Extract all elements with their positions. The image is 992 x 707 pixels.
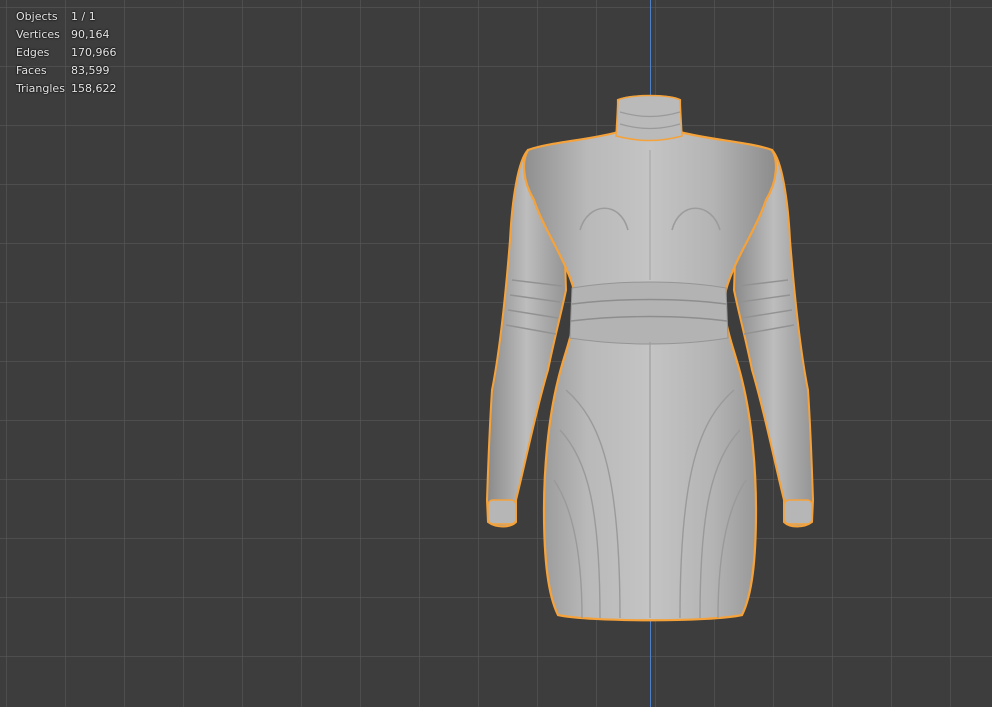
stat-label: Edges	[16, 46, 50, 59]
waistband	[569, 281, 729, 345]
right-cuff	[783, 499, 813, 525]
3d-viewport[interactable]: Objects 1 / 1 Vertices 90,164 Edges 170,…	[0, 0, 992, 707]
collar	[615, 94, 683, 142]
stat-value: 1 / 1	[71, 10, 96, 23]
stat-row-triangles: Triangles 158,622	[16, 80, 117, 98]
stat-value: 90,164	[71, 28, 110, 41]
stat-label: Triangles	[16, 82, 65, 95]
stat-label: Vertices	[16, 28, 60, 41]
stat-value: 170,966	[71, 46, 117, 59]
stat-value: 83,599	[71, 64, 110, 77]
left-cuff	[487, 499, 517, 525]
stat-label: Objects	[16, 10, 58, 23]
stat-row-objects: Objects 1 / 1	[16, 8, 117, 26]
stat-value: 158,622	[71, 82, 117, 95]
scene-statistics-overlay: Objects 1 / 1 Vertices 90,164 Edges 170,…	[16, 8, 117, 98]
stat-row-faces: Faces 83,599	[16, 62, 117, 80]
stat-row-edges: Edges 170,966	[16, 44, 117, 62]
stat-label: Faces	[16, 64, 47, 77]
selected-dress-mesh[interactable]	[470, 90, 830, 630]
stat-row-vertices: Vertices 90,164	[16, 26, 117, 44]
